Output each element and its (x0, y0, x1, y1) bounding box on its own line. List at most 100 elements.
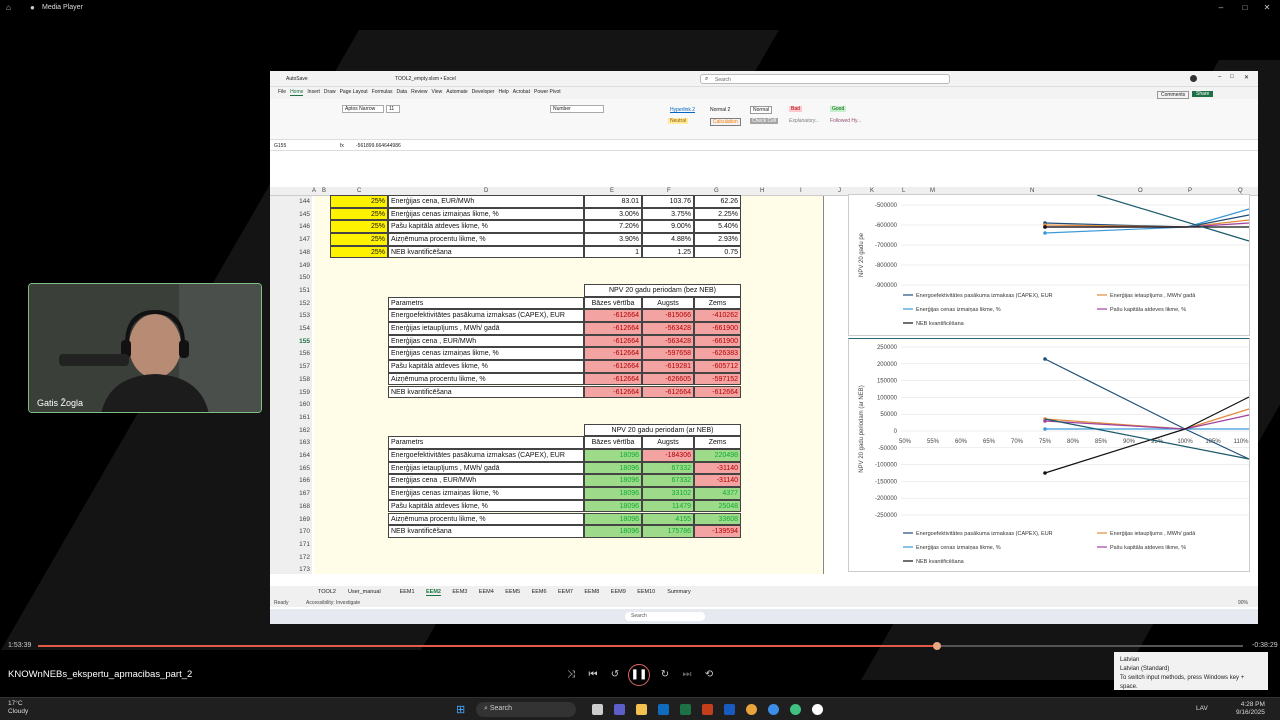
row-header[interactable]: 161 (290, 414, 310, 421)
pct-cell[interactable]: 25% (330, 207, 388, 221)
column-header[interactable]: A (312, 188, 316, 194)
low-value-cell[interactable]: -612664 (694, 385, 741, 399)
row-header[interactable]: 168 (290, 503, 310, 510)
font-size-select[interactable]: 11 (386, 105, 400, 113)
base-value-cell[interactable]: 18096 (584, 474, 642, 488)
column-header[interactable]: J (838, 188, 841, 194)
search-input[interactable]: Search (715, 77, 731, 83)
high-value-cell[interactable]: -597658 (642, 347, 694, 361)
column-header[interactable]: F (667, 188, 671, 194)
low-value-cell[interactable]: 220498 (694, 449, 741, 462)
col-header-param[interactable]: Parametrs (388, 436, 584, 449)
base-value-cell[interactable]: 18096 (584, 499, 642, 513)
base-value-cell[interactable]: -612664 (584, 309, 642, 322)
param-label-cell[interactable]: Enerģijas cena , EUR/MWh (388, 334, 584, 348)
file-explorer-icon[interactable] (636, 704, 647, 715)
param-label-cell[interactable]: Pašu kapitāla atdeves likme, % (388, 499, 584, 513)
param-label-cell[interactable]: Enerģijas cenas izmaiņas likme, % (388, 487, 584, 500)
teams-icon[interactable] (614, 704, 625, 715)
seek-bar[interactable] (38, 642, 1243, 650)
base-value-cell[interactable]: 18096 (584, 525, 642, 538)
row-header[interactable]: 172 (290, 554, 310, 561)
table-title[interactable]: NPV 20 gadu periodam (bez NEB) (584, 283, 741, 297)
task-view-icon[interactable] (592, 704, 603, 715)
maximize-icon[interactable]: □ (1240, 3, 1250, 13)
row-header[interactable]: 173 (290, 566, 310, 573)
sheet-tab-summary[interactable]: Summary (667, 589, 691, 595)
number-format-select[interactable]: Number (550, 105, 604, 113)
row-header[interactable]: 146 (290, 223, 310, 230)
row-header[interactable]: 164 (290, 452, 310, 459)
param-label-cell[interactable]: Aizņēmuma procentu likme, % (388, 512, 584, 526)
sheet-tab-eem5[interactable]: EEM5 (505, 589, 520, 595)
previous-icon[interactable]: ⏮ (586, 669, 600, 680)
high-value-cell[interactable]: -612664 (642, 385, 694, 399)
low-value-cell[interactable]: -661900 (694, 322, 741, 335)
pct-cell[interactable]: 25% (330, 245, 388, 259)
pct-cell[interactable]: 25% (330, 233, 388, 246)
minimize-icon[interactable]: – (1218, 74, 1221, 80)
param-label-cell[interactable]: Enerģijas ietaupījums , MWh/ gadā (388, 461, 584, 475)
param-label-cell[interactable]: Enerģijas cenas izmaiņas likme, % (388, 207, 584, 221)
high-value-cell[interactable]: -563428 (642, 322, 694, 335)
param-label-cell[interactable]: Pašu kapitāla atdeves likme, % (388, 220, 584, 234)
high-value-cell[interactable]: 33102 (642, 487, 694, 500)
param-label-cell[interactable]: Aizņēmuma procentu likme, % (388, 372, 584, 386)
chrome-icon[interactable] (746, 704, 757, 715)
low-value-cell[interactable]: -661900 (694, 334, 741, 348)
high-value-cell[interactable]: -815066 (642, 309, 694, 322)
seek-handle[interactable] (932, 642, 941, 650)
value-cell[interactable]: 62.26 (694, 195, 741, 208)
value-cell[interactable]: 4.88% (642, 233, 694, 246)
base-value-cell[interactable]: -612664 (584, 385, 642, 399)
weather-widget[interactable]: 17°C Cloudy (8, 700, 28, 716)
high-value-cell[interactable]: -563428 (642, 334, 694, 348)
excel-icon[interactable] (680, 704, 691, 715)
row-header[interactable]: 149 (290, 262, 310, 269)
row-header[interactable]: 150 (290, 274, 310, 281)
row-header[interactable]: 167 (290, 490, 310, 497)
high-value-cell[interactable]: 4155 (642, 512, 694, 526)
menu-acrobat[interactable]: Acrobat (513, 89, 530, 95)
high-value-cell[interactable]: -626605 (642, 372, 694, 386)
row-header[interactable]: 162 (290, 427, 310, 434)
low-value-cell[interactable]: -31140 (694, 461, 741, 475)
next-icon[interactable]: ⏭ (680, 669, 694, 680)
high-value-cell[interactable]: -184306 (642, 449, 694, 462)
chart-npv-without-neb[interactable]: -500000 -600000 -700000 -800000 -900000 NPV 2… (848, 194, 1250, 336)
value-cell[interactable]: 9.00% (642, 220, 694, 234)
style-explanatory[interactable]: Explanatory... (789, 118, 819, 124)
high-value-cell[interactable]: -619281 (642, 360, 694, 373)
input-language[interactable]: LAV (1196, 705, 1208, 712)
menu-developer[interactable]: Developer (472, 89, 495, 95)
clock[interactable]: 4:28 PM 9/16/2025 (1236, 701, 1265, 717)
style-check-cell[interactable]: Check Cell (750, 118, 779, 124)
zoom-level[interactable]: 90% (1238, 600, 1248, 606)
chart-npv-with-neb[interactable]: 250000 200000 150000 100000 50000 0 -50000 -100… (848, 338, 1250, 572)
table-title[interactable]: NPV 20 gadu periodam (ar NEB) (584, 423, 741, 437)
base-value-cell[interactable]: 18096 (584, 449, 642, 462)
sheet-tab-eem4[interactable]: EEM4 (479, 589, 494, 595)
row-header[interactable]: 158 (290, 376, 310, 383)
base-value-cell[interactable]: 18096 (584, 461, 642, 475)
low-value-cell[interactable]: -597152 (694, 372, 741, 386)
row-header[interactable]: 147 (290, 236, 310, 243)
row-header[interactable]: 154 (290, 325, 310, 332)
param-label-cell[interactable]: Enerģijas cena, EUR/MWh (388, 195, 584, 208)
row-header[interactable]: 153 (290, 312, 310, 319)
param-label-cell[interactable]: NEB kvantificēšana (388, 245, 584, 259)
low-value-cell[interactable]: 25048 (694, 499, 741, 513)
low-value-cell[interactable]: 33608 (694, 512, 741, 526)
chrome-profile-icon[interactable] (768, 704, 779, 715)
value-cell[interactable]: 103.76 (642, 195, 694, 208)
low-value-cell[interactable]: -410262 (694, 309, 741, 322)
powerpoint-icon[interactable] (702, 704, 713, 715)
param-label-cell[interactable]: Enerģijas cenas izmaiņas likme, % (388, 347, 584, 361)
low-value-cell[interactable]: 4377 (694, 487, 741, 500)
column-header[interactable]: I (800, 188, 802, 194)
col-header-base[interactable]: Bāzes vērtība (584, 296, 642, 310)
param-label-cell[interactable]: Enerģijas ietaupījums , MWh/ gadā (388, 322, 584, 335)
menu-page-layout[interactable]: Page Layout (340, 89, 368, 95)
row-header[interactable]: 152 (290, 300, 310, 307)
column-header[interactable]: C (357, 188, 361, 194)
